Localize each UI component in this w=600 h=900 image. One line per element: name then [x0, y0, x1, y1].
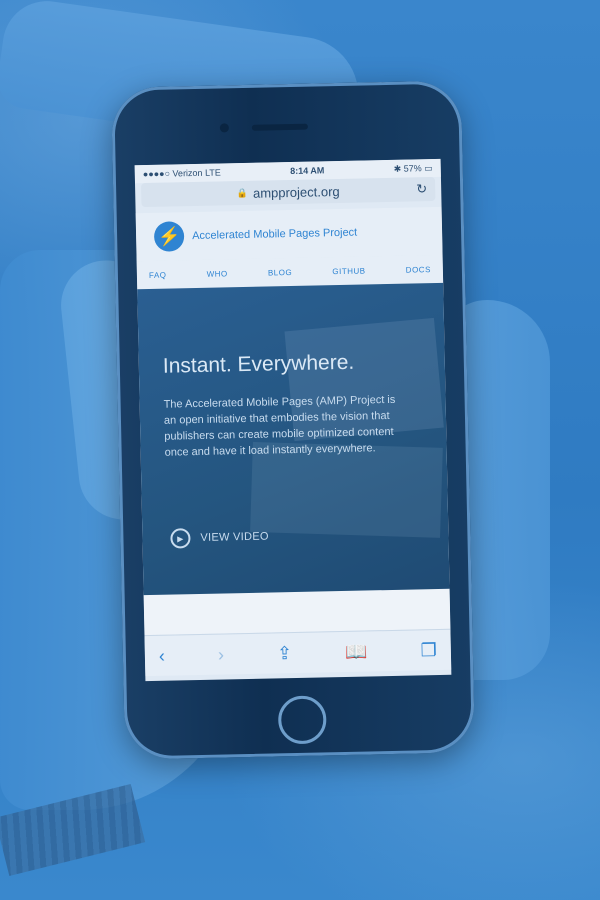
- back-icon[interactable]: ‹: [159, 645, 165, 666]
- hero-description: The Accelerated Mobile Pages (AMP) Proje…: [163, 393, 396, 459]
- nav-item-faq[interactable]: FAQ: [149, 270, 167, 279]
- forward-icon[interactable]: ›: [218, 644, 224, 665]
- nav-item-github[interactable]: GITHUB: [332, 266, 365, 276]
- nav-item-who[interactable]: WHO: [207, 269, 228, 278]
- phone-screen: ●●●●○ Verizon LTE 8:14 AM ✱ 57% ▭ 🔒 ampp…: [134, 158, 452, 682]
- reload-icon[interactable]: ↻: [416, 181, 427, 197]
- bookmarks-icon[interactable]: 📖: [345, 641, 368, 662]
- url-text: ampproject.org: [252, 183, 340, 201]
- carrier-signal: ●●●●○ Verizon LTE: [142, 167, 221, 180]
- nav-item-blog[interactable]: BLOG: [268, 267, 292, 277]
- view-video-button[interactable]: ▶ VIEW VIDEO: [170, 527, 269, 549]
- page-content-strip: [143, 588, 451, 636]
- browser-toolbar: ‹ › ⇪ 📖 ❐: [144, 628, 452, 677]
- tabs-icon[interactable]: ❐: [420, 640, 437, 661]
- clock: 8:14 AM: [290, 165, 325, 177]
- home-button[interactable]: [277, 695, 327, 745]
- bolt-icon[interactable]: ⚡: [153, 221, 185, 252]
- hero-title: Instant. Everywhere.: [162, 350, 355, 378]
- share-icon[interactable]: ⇪: [277, 643, 293, 664]
- lock-icon: 🔒: [236, 187, 249, 198]
- earpiece-speaker: [251, 123, 308, 131]
- address-bar[interactable]: 🔒 ampproject.org ↻: [141, 176, 436, 208]
- battery-level: ✱ 57% ▭: [393, 162, 433, 174]
- play-icon: ▶: [170, 528, 191, 549]
- smartphone: ●●●●○ Verizon LTE 8:14 AM ✱ 57% ▭ 🔒 ampp…: [111, 80, 475, 760]
- hero-section: Instant. Everywhere. The Accelerated Mob…: [137, 282, 450, 596]
- site-header: ⚡ Accelerated Mobile Pages Project: [135, 206, 443, 262]
- site-title[interactable]: Accelerated Mobile Pages Project: [192, 227, 357, 242]
- front-camera: [219, 123, 229, 133]
- view-video-label: VIEW VIDEO: [200, 530, 269, 544]
- nav-item-docs[interactable]: DOCS: [406, 265, 431, 275]
